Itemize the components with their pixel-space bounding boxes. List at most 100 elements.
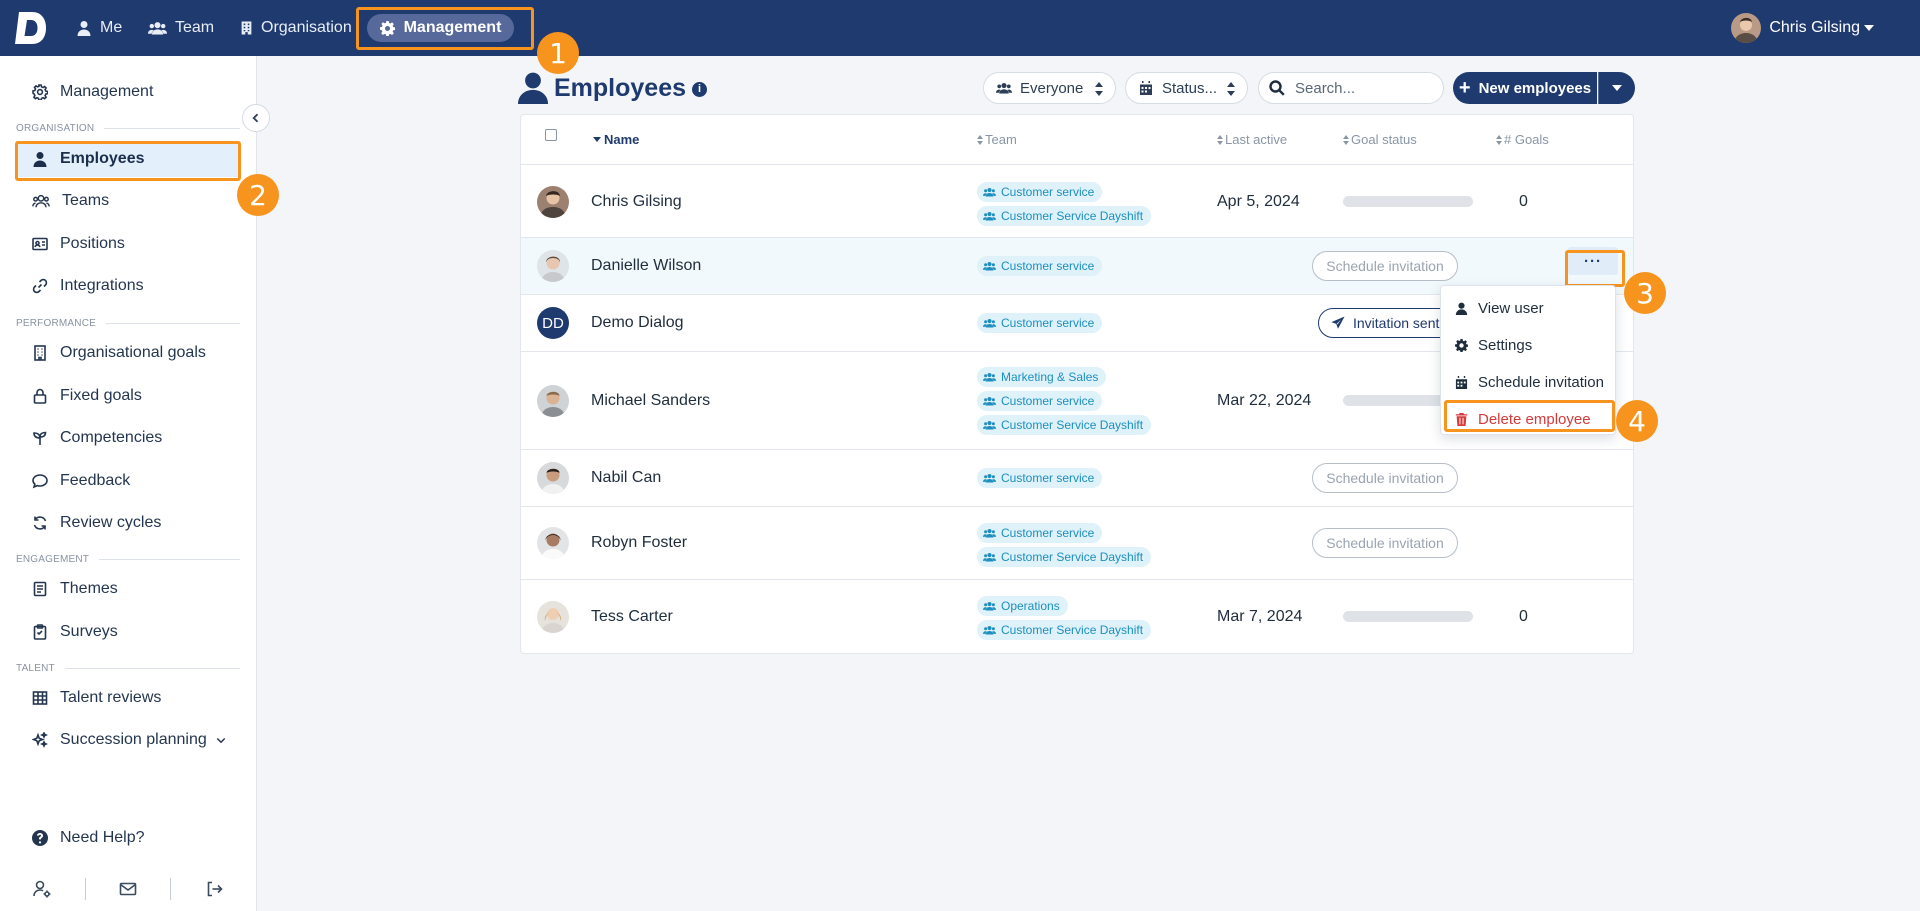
sparkles-icon: [32, 732, 48, 748]
sidebar-footer: [0, 867, 256, 911]
trash-icon: [1455, 412, 1468, 426]
page-title-text: Employees: [554, 73, 687, 102]
user-icon: [77, 21, 91, 36]
sidebar-item-label: Succession planning: [60, 731, 207, 748]
new-employees-dropdown-button[interactable]: [1598, 72, 1635, 104]
sidebar-item-fixed-goals[interactable]: Fixed goals: [16, 378, 240, 414]
column-header-goal-status[interactable]: Goal status: [1343, 132, 1417, 147]
menu-item-delete-employee[interactable]: Delete employee: [1441, 401, 1615, 437]
sort-descending-icon: [593, 137, 601, 142]
employee-name[interactable]: Chris Gilsing: [591, 193, 682, 211]
sort-icon: [977, 134, 983, 145]
employee-name[interactable]: Michael Sanders: [591, 392, 710, 410]
building-icon: [241, 21, 252, 35]
last-active: Mar 22, 2024: [1217, 392, 1312, 409]
help-link[interactable]: Need Help?: [16, 820, 240, 856]
column-header-team[interactable]: Team: [977, 132, 1017, 147]
sidebar-item-review-cycles[interactable]: Review cycles: [16, 505, 240, 541]
column-header-last-active[interactable]: Last active: [1217, 132, 1287, 147]
table-row[interactable]: Tess Carter Operations Customer Service …: [521, 580, 1633, 654]
chevron-down-icon: [1864, 25, 1874, 31]
status-filter[interactable]: Status...: [1125, 72, 1248, 104]
nav-team[interactable]: Team: [148, 0, 214, 56]
chevron-left-icon: [252, 113, 259, 123]
avatar: [537, 601, 569, 633]
sidebar-item-feedback[interactable]: Feedback: [16, 463, 240, 499]
seedling-icon: [33, 431, 47, 445]
users-icon: [983, 261, 996, 271]
everyone-filter[interactable]: Everyone: [983, 72, 1116, 104]
nav-organisation-label: Organisation: [261, 19, 352, 36]
schedule-invitation-button[interactable]: Schedule invitation: [1312, 528, 1458, 558]
section-label-talent: TALENT: [16, 663, 240, 674]
new-employees-button[interactable]: + New employees: [1453, 72, 1597, 104]
sidebar-item-label: Organisational goals: [60, 344, 206, 361]
column-header-name[interactable]: Name: [593, 132, 639, 147]
schedule-invitation-button[interactable]: Schedule invitation: [1312, 251, 1458, 281]
employee-name[interactable]: Danielle Wilson: [591, 257, 701, 275]
select-all-checkbox[interactable]: [545, 129, 557, 141]
nav-management[interactable]: Management: [367, 14, 514, 42]
users-icon: [983, 473, 996, 483]
sidebar-item-themes[interactable]: Themes: [16, 571, 240, 607]
calendar-icon: [1140, 81, 1152, 95]
sidebar-item-employees[interactable]: Employees: [16, 141, 240, 177]
table-row[interactable]: Robyn Foster Customer service Customer S…: [521, 507, 1633, 580]
team-tag: Customer Service Dayshift: [977, 415, 1152, 435]
user-settings-button[interactable]: [0, 879, 85, 899]
sidebar-item-integrations[interactable]: Integrations: [16, 268, 240, 304]
sidebar-item-surveys[interactable]: Surveys: [16, 614, 240, 650]
app-logo[interactable]: [14, 10, 48, 46]
info-icon[interactable]: i: [692, 81, 708, 97]
sort-icon: [1227, 82, 1235, 96]
paper-plane-icon: [1331, 316, 1345, 329]
column-header-label: Last active: [1225, 132, 1288, 147]
row-more-button[interactable]: ···: [1568, 247, 1618, 275]
link-icon: [32, 278, 48, 294]
sidebar-item-management[interactable]: Management: [16, 74, 240, 110]
sidebar-item-succession-planning[interactable]: Succession planning: [16, 722, 240, 758]
column-header-goals[interactable]: # Goals: [1496, 132, 1549, 147]
menu-item-settings[interactable]: Settings: [1441, 327, 1615, 363]
messages-button[interactable]: [86, 879, 171, 899]
nav-organisation[interactable]: Organisation: [240, 0, 352, 56]
menu-item-view-user[interactable]: View user: [1441, 290, 1615, 326]
nav-management-label: Management: [403, 19, 502, 36]
menu-item-schedule-invitation[interactable]: Schedule invitation: [1441, 364, 1615, 400]
team-tags: Operations Customer Service Dayshift: [977, 596, 1152, 640]
menu-item-label: View user: [1478, 299, 1544, 317]
search-field[interactable]: [1258, 72, 1444, 104]
sidebar-item-label: Fixed goals: [60, 387, 142, 404]
user-icon: [33, 152, 47, 167]
team-tag: Customer Service Dayshift: [977, 620, 1152, 640]
nav-me[interactable]: Me: [76, 0, 122, 56]
employee-name[interactable]: Robyn Foster: [591, 534, 687, 552]
employee-name[interactable]: Nabil Can: [591, 469, 661, 487]
last-active: Apr 5, 2024: [1217, 193, 1300, 210]
user-gear-icon: [33, 880, 51, 898]
sidebar-collapse-button[interactable]: [242, 104, 270, 132]
user-menu[interactable]: Chris Gilsing: [1731, 0, 1874, 56]
team-tag: Customer Service Dayshift: [977, 206, 1152, 226]
sidebar-item-positions[interactable]: Positions: [16, 226, 240, 262]
gear-icon: [379, 20, 395, 36]
sidebar-item-competencies[interactable]: Competencies: [16, 420, 240, 456]
scrollbar[interactable]: [1906, 56, 1920, 911]
envelope-icon: [119, 882, 137, 896]
table-row[interactable]: Chris Gilsing Customer service Customer …: [521, 166, 1633, 238]
search-input[interactable]: [1295, 79, 1435, 97]
section-label-engagement: ENGAGEMENT: [16, 554, 240, 565]
column-header-label: Name: [604, 132, 640, 147]
schedule-invitation-button[interactable]: Schedule invitation: [1312, 463, 1458, 493]
sidebar-item-teams[interactable]: Teams: [16, 183, 240, 219]
refresh-icon: [33, 516, 47, 530]
sidebar-item-label: Employees: [60, 150, 145, 167]
logout-button[interactable]: [171, 879, 256, 899]
team-tag: Customer service: [977, 391, 1103, 411]
sidebar-item-talent-reviews[interactable]: Talent reviews: [16, 680, 240, 716]
table-row[interactable]: Nabil Can Customer service Schedule invi…: [521, 450, 1633, 507]
employee-name[interactable]: Demo Dialog: [591, 314, 683, 332]
sidebar-item-organisational-goals[interactable]: Organisational goals: [16, 335, 240, 371]
sort-icon: [1496, 134, 1502, 145]
employee-name[interactable]: Tess Carter: [591, 608, 673, 626]
